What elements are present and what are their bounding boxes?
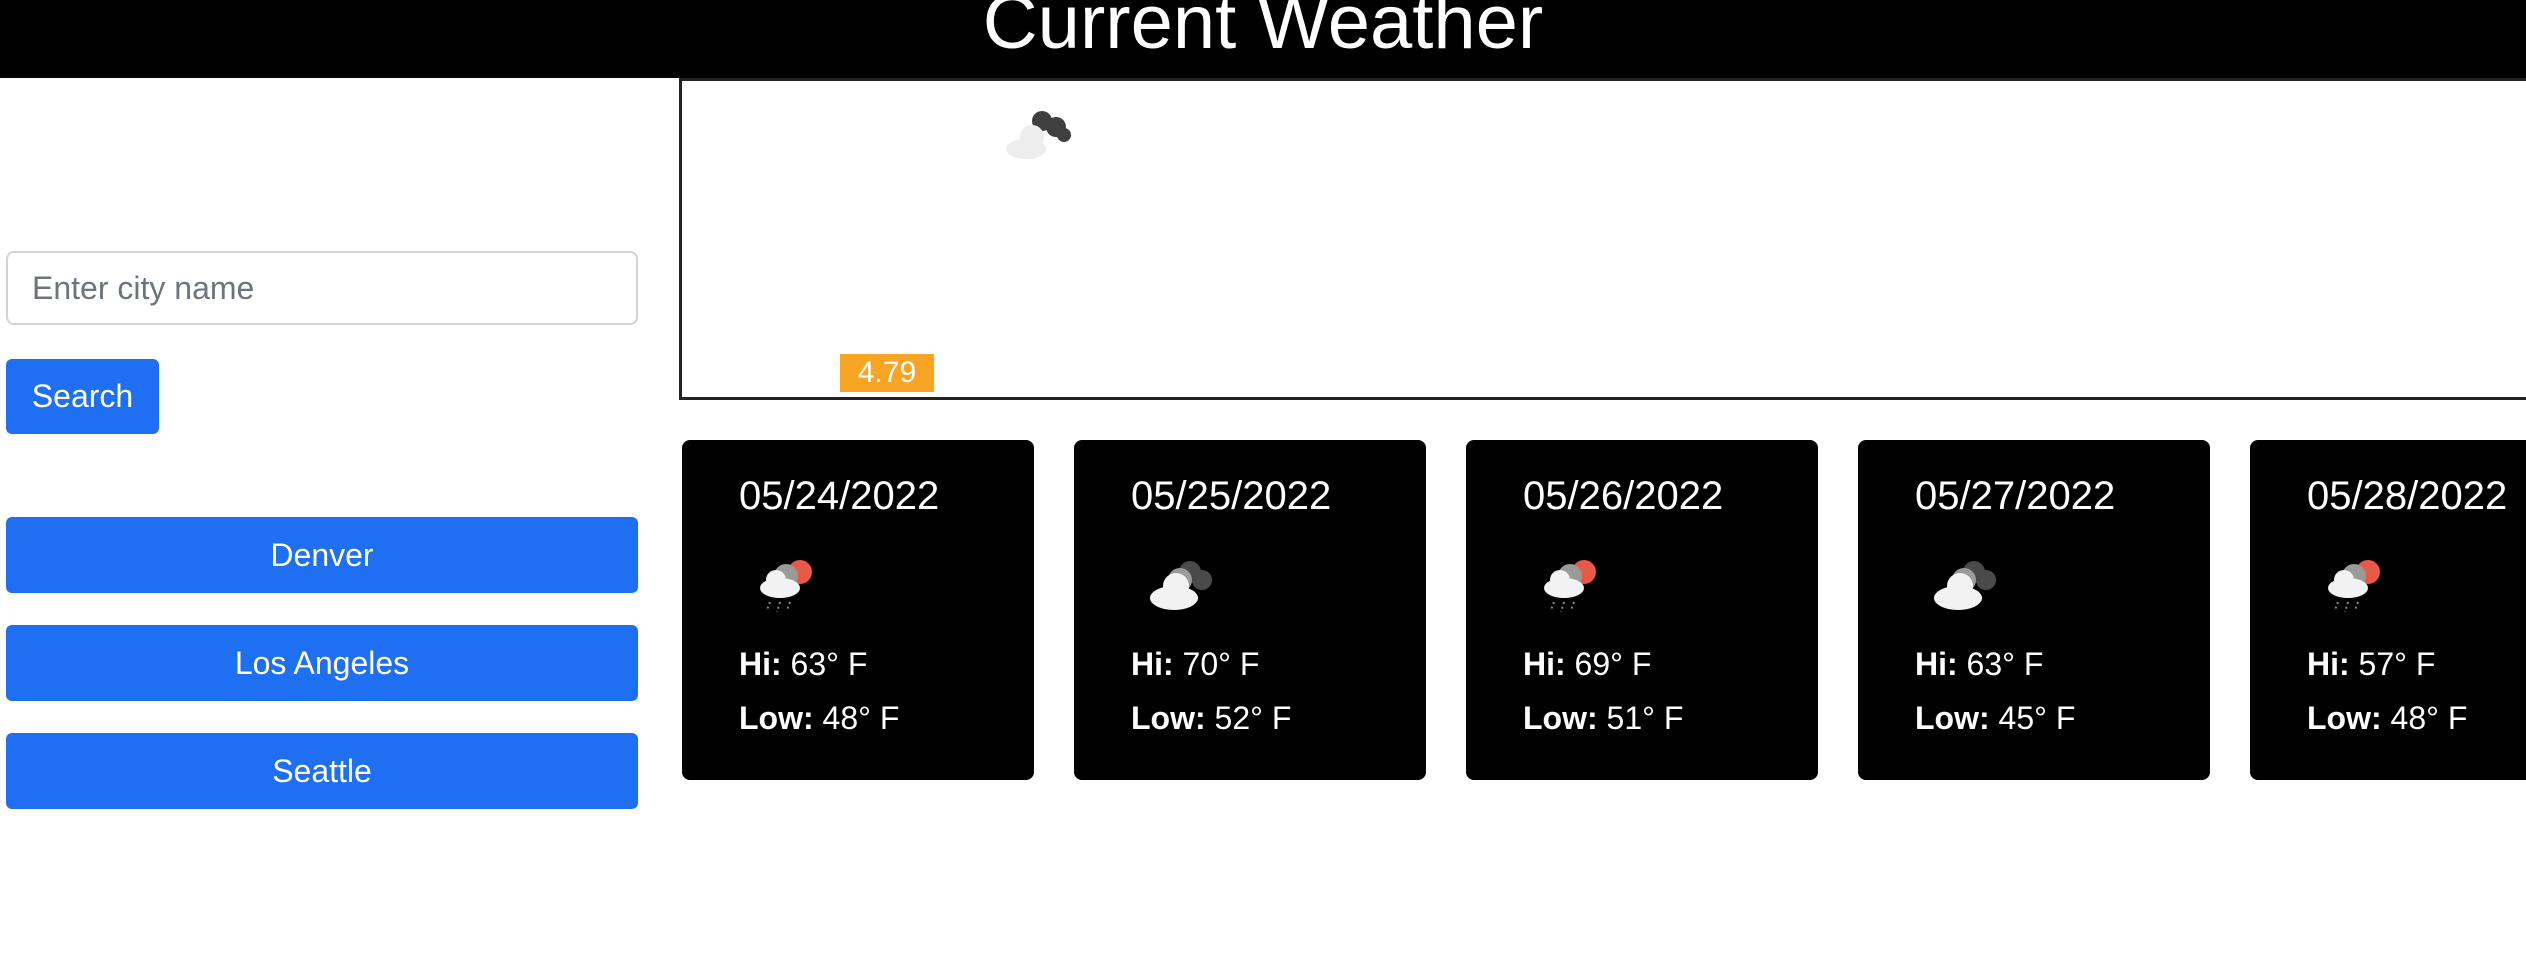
- city-search-input[interactable]: [6, 251, 638, 325]
- history-city-button[interactable]: Seattle: [6, 733, 638, 809]
- forecast-low: Low: 48° F: [2307, 700, 2468, 736]
- current-weather-panel: 4.79: [679, 78, 2526, 400]
- page-title: Current Weather: [982, 0, 1544, 65]
- forecast-hi: Hi: 57° F: [2307, 646, 2436, 682]
- history-city-button[interactable]: Los Angeles: [6, 625, 638, 701]
- history-city-button[interactable]: Denver: [6, 517, 638, 593]
- forecast-date: 05/25/2022: [1131, 474, 1332, 518]
- rain-sun-icon: [1544, 560, 1596, 613]
- forecast-date: 05/24/2022: [739, 474, 940, 518]
- forecast-low: Low: 48° F: [739, 700, 900, 736]
- search-button[interactable]: Search: [6, 359, 159, 434]
- forecast-card: 05/28/2022 Hi: 57° F Low: 48° F: [2250, 440, 2526, 780]
- forecast-date: 05/27/2022: [1915, 474, 2116, 518]
- rain-sun-icon: [2328, 560, 2380, 613]
- forecast-date: 05/26/2022: [1523, 474, 1724, 518]
- wind-speed-badge: 4.79: [840, 354, 934, 392]
- forecast-hi: Hi: 69° F: [1523, 646, 1652, 682]
- forecast-card: 05/25/2022 Hi: 70° F Low: 52° F: [1074, 440, 1426, 780]
- forecast-card: 05/24/2022 Hi: 63° F Low: 48° F: [682, 440, 1034, 780]
- rain-sun-icon: [760, 560, 812, 613]
- forecast-hi: Hi: 63° F: [1915, 646, 2044, 682]
- forecast-hi: Hi: 70° F: [1131, 646, 1260, 682]
- forecast-card: 05/26/2022 Hi: 69° F Low: 51° F: [1466, 440, 1818, 780]
- forecast-date: 05/28/2022: [2307, 474, 2508, 518]
- cloudy-night-icon: [1006, 111, 1071, 159]
- forecast-low: Low: 52° F: [1131, 700, 1292, 736]
- cloudy-icon: [1150, 561, 1212, 610]
- page-header: Current Weather: [0, 0, 2526, 78]
- forecast-low: Low: 45° F: [1915, 700, 2076, 736]
- forecast-hi: Hi: 63° F: [739, 646, 868, 682]
- forecast-low: Low: 51° F: [1523, 700, 1684, 736]
- forecast-card: 05/27/2022 Hi: 63° F Low: 45° F: [1858, 440, 2210, 780]
- cloudy-icon: [1934, 561, 1996, 610]
